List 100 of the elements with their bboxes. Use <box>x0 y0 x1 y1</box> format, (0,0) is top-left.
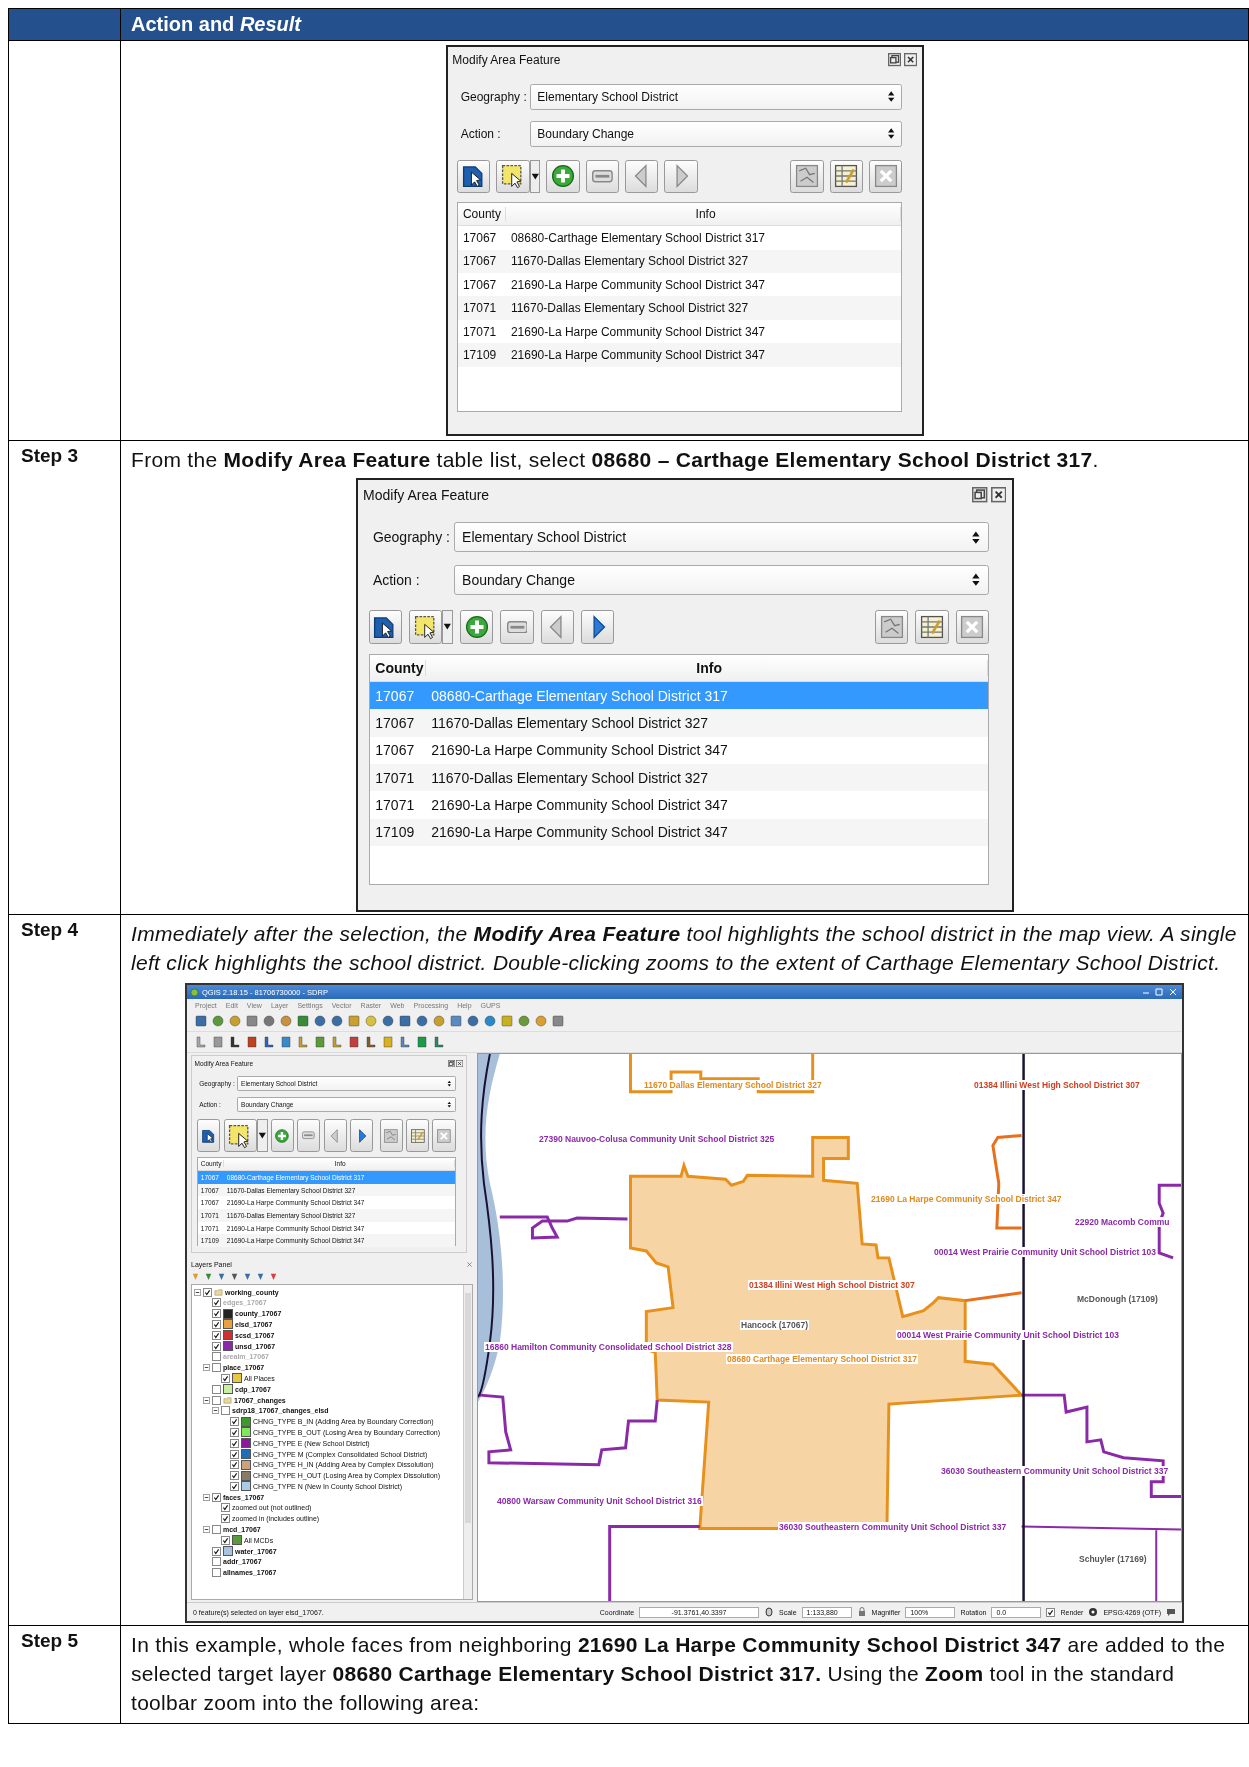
remove-button[interactable] <box>297 1118 321 1153</box>
layer-checkbox[interactable] <box>212 1384 221 1394</box>
toolbar-icon[interactable] <box>399 1036 411 1049</box>
select-feature-button[interactable] <box>368 610 402 644</box>
add-button[interactable] <box>460 610 494 644</box>
layer-checkbox[interactable] <box>230 1471 239 1481</box>
action-dropdown[interactable]: Boundary Change <box>530 120 903 147</box>
previous-button[interactable] <box>625 159 659 194</box>
add-button[interactable] <box>270 1118 294 1153</box>
collapse-icon[interactable] <box>194 1288 201 1296</box>
toolbar-icon[interactable] <box>314 1015 326 1028</box>
layer-checkbox[interactable] <box>221 1514 230 1524</box>
layer-checkbox[interactable] <box>212 1319 221 1329</box>
close-button[interactable] <box>955 610 990 644</box>
toolbar-icon[interactable] <box>416 1015 428 1028</box>
layer-checkbox[interactable] <box>221 1373 230 1383</box>
toolbar-icon[interactable] <box>195 1015 207 1028</box>
scrollbar[interactable] <box>463 1284 472 1600</box>
layer-checkbox[interactable] <box>212 1395 221 1405</box>
message-icon[interactable] <box>1166 1607 1176 1618</box>
collapse-icon[interactable] <box>203 1526 210 1534</box>
select-feature-button[interactable] <box>457 159 491 194</box>
layer-checkbox[interactable] <box>221 1406 230 1416</box>
select-rectangle-button[interactable] <box>409 610 443 644</box>
collapse-icon[interactable] <box>212 1407 219 1415</box>
layer-checkbox[interactable] <box>221 1535 230 1545</box>
close-button[interactable] <box>432 1118 456 1153</box>
map-button[interactable] <box>875 610 909 644</box>
next-button[interactable] <box>581 610 615 644</box>
previous-button[interactable] <box>540 610 574 644</box>
toolbar-icon[interactable] <box>467 1015 479 1028</box>
map-button[interactable] <box>790 159 824 194</box>
layer-checkbox[interactable] <box>212 1492 221 1502</box>
map-view[interactable] <box>477 1053 1182 1603</box>
render-checkbox[interactable] <box>1046 1607 1056 1617</box>
close-button[interactable] <box>869 159 903 194</box>
mouse-icon[interactable] <box>764 1607 775 1618</box>
toolbar-icon[interactable] <box>365 1036 377 1049</box>
dropdown-button[interactable] <box>529 159 541 194</box>
remove-button[interactable] <box>585 159 620 194</box>
layer-checkbox[interactable] <box>212 1568 221 1578</box>
toolbar-icon[interactable] <box>382 1015 394 1028</box>
collapse-icon[interactable] <box>203 1364 210 1372</box>
globe-icon[interactable] <box>1088 1607 1099 1618</box>
next-button[interactable] <box>664 159 698 194</box>
layer-checkbox[interactable] <box>212 1525 221 1535</box>
table-row[interactable]: 17071 11670-Dallas Elementary School District 327 <box>458 296 902 320</box>
float-icon[interactable] <box>447 1059 455 1067</box>
layer-checkbox[interactable] <box>212 1309 221 1319</box>
next-button[interactable] <box>350 1118 374 1153</box>
geography-dropdown[interactable]: Elementary School District <box>530 83 903 110</box>
collapse-icon[interactable] <box>203 1396 210 1404</box>
select-feature-button[interactable] <box>197 1118 221 1153</box>
map-button[interactable] <box>379 1118 403 1153</box>
dropdown-button[interactable] <box>442 610 453 644</box>
layer-checkbox[interactable] <box>230 1481 239 1491</box>
toolbar-icon[interactable] <box>399 1015 411 1028</box>
select-rectangle-button[interactable] <box>496 159 530 194</box>
lock-icon[interactable] <box>856 1607 867 1618</box>
collapse-icon[interactable] <box>203 1493 210 1501</box>
layer-checkbox[interactable] <box>230 1438 239 1448</box>
toolbar-icon[interactable] <box>348 1036 360 1049</box>
table-row[interactable]: 17109 21690-La Harpe Community School District 347 <box>369 818 989 846</box>
remove-button[interactable] <box>500 610 534 644</box>
geography-dropdown[interactable]: Elementary School District <box>454 522 990 553</box>
dropdown-button[interactable] <box>256 1118 268 1153</box>
select-rectangle-button[interactable] <box>223 1118 257 1153</box>
column-header[interactable]: County <box>369 659 426 676</box>
toolbar-icon[interactable] <box>263 1036 275 1049</box>
toolbar-icon[interactable] <box>280 1036 292 1049</box>
layer-checkbox[interactable] <box>212 1363 221 1373</box>
column-header[interactable]: Info <box>425 659 989 676</box>
toolbar-icon[interactable] <box>433 1036 445 1049</box>
table-button[interactable] <box>829 159 863 194</box>
action-dropdown[interactable]: Boundary Change <box>454 565 990 596</box>
column-header[interactable]: County <box>458 206 507 221</box>
layer-checkbox[interactable] <box>230 1449 239 1459</box>
column-header[interactable]: Info <box>506 206 902 221</box>
layer-checkbox[interactable] <box>221 1503 230 1513</box>
toolbar-icon[interactable] <box>229 1036 241 1049</box>
float-icon[interactable] <box>887 53 902 67</box>
layer-checkbox[interactable] <box>230 1417 239 1427</box>
table-row[interactable]: 17067 11670-Dallas Elementary School District 327 <box>458 249 902 274</box>
layer-checkbox[interactable] <box>203 1287 212 1297</box>
table-button[interactable] <box>915 610 949 644</box>
layer-checkbox[interactable] <box>212 1341 221 1351</box>
table-row[interactable]: 17067 11670-Dallas Elementary School District 327 <box>369 709 989 737</box>
toolbar-icon[interactable] <box>331 1015 343 1028</box>
toolbar-icon[interactable] <box>416 1036 428 1049</box>
layer-checkbox[interactable] <box>212 1330 221 1340</box>
layer-checkbox[interactable] <box>230 1460 239 1470</box>
float-icon[interactable] <box>972 487 988 503</box>
add-button[interactable] <box>546 159 580 194</box>
layer-checkbox[interactable] <box>212 1546 221 1556</box>
close-icon[interactable] <box>990 487 1006 503</box>
layer-checkbox[interactable] <box>212 1557 221 1567</box>
toolbar-icon[interactable] <box>246 1036 258 1049</box>
table-button[interactable] <box>406 1118 430 1153</box>
layer-checkbox[interactable] <box>230 1427 239 1437</box>
previous-button[interactable] <box>323 1118 347 1153</box>
